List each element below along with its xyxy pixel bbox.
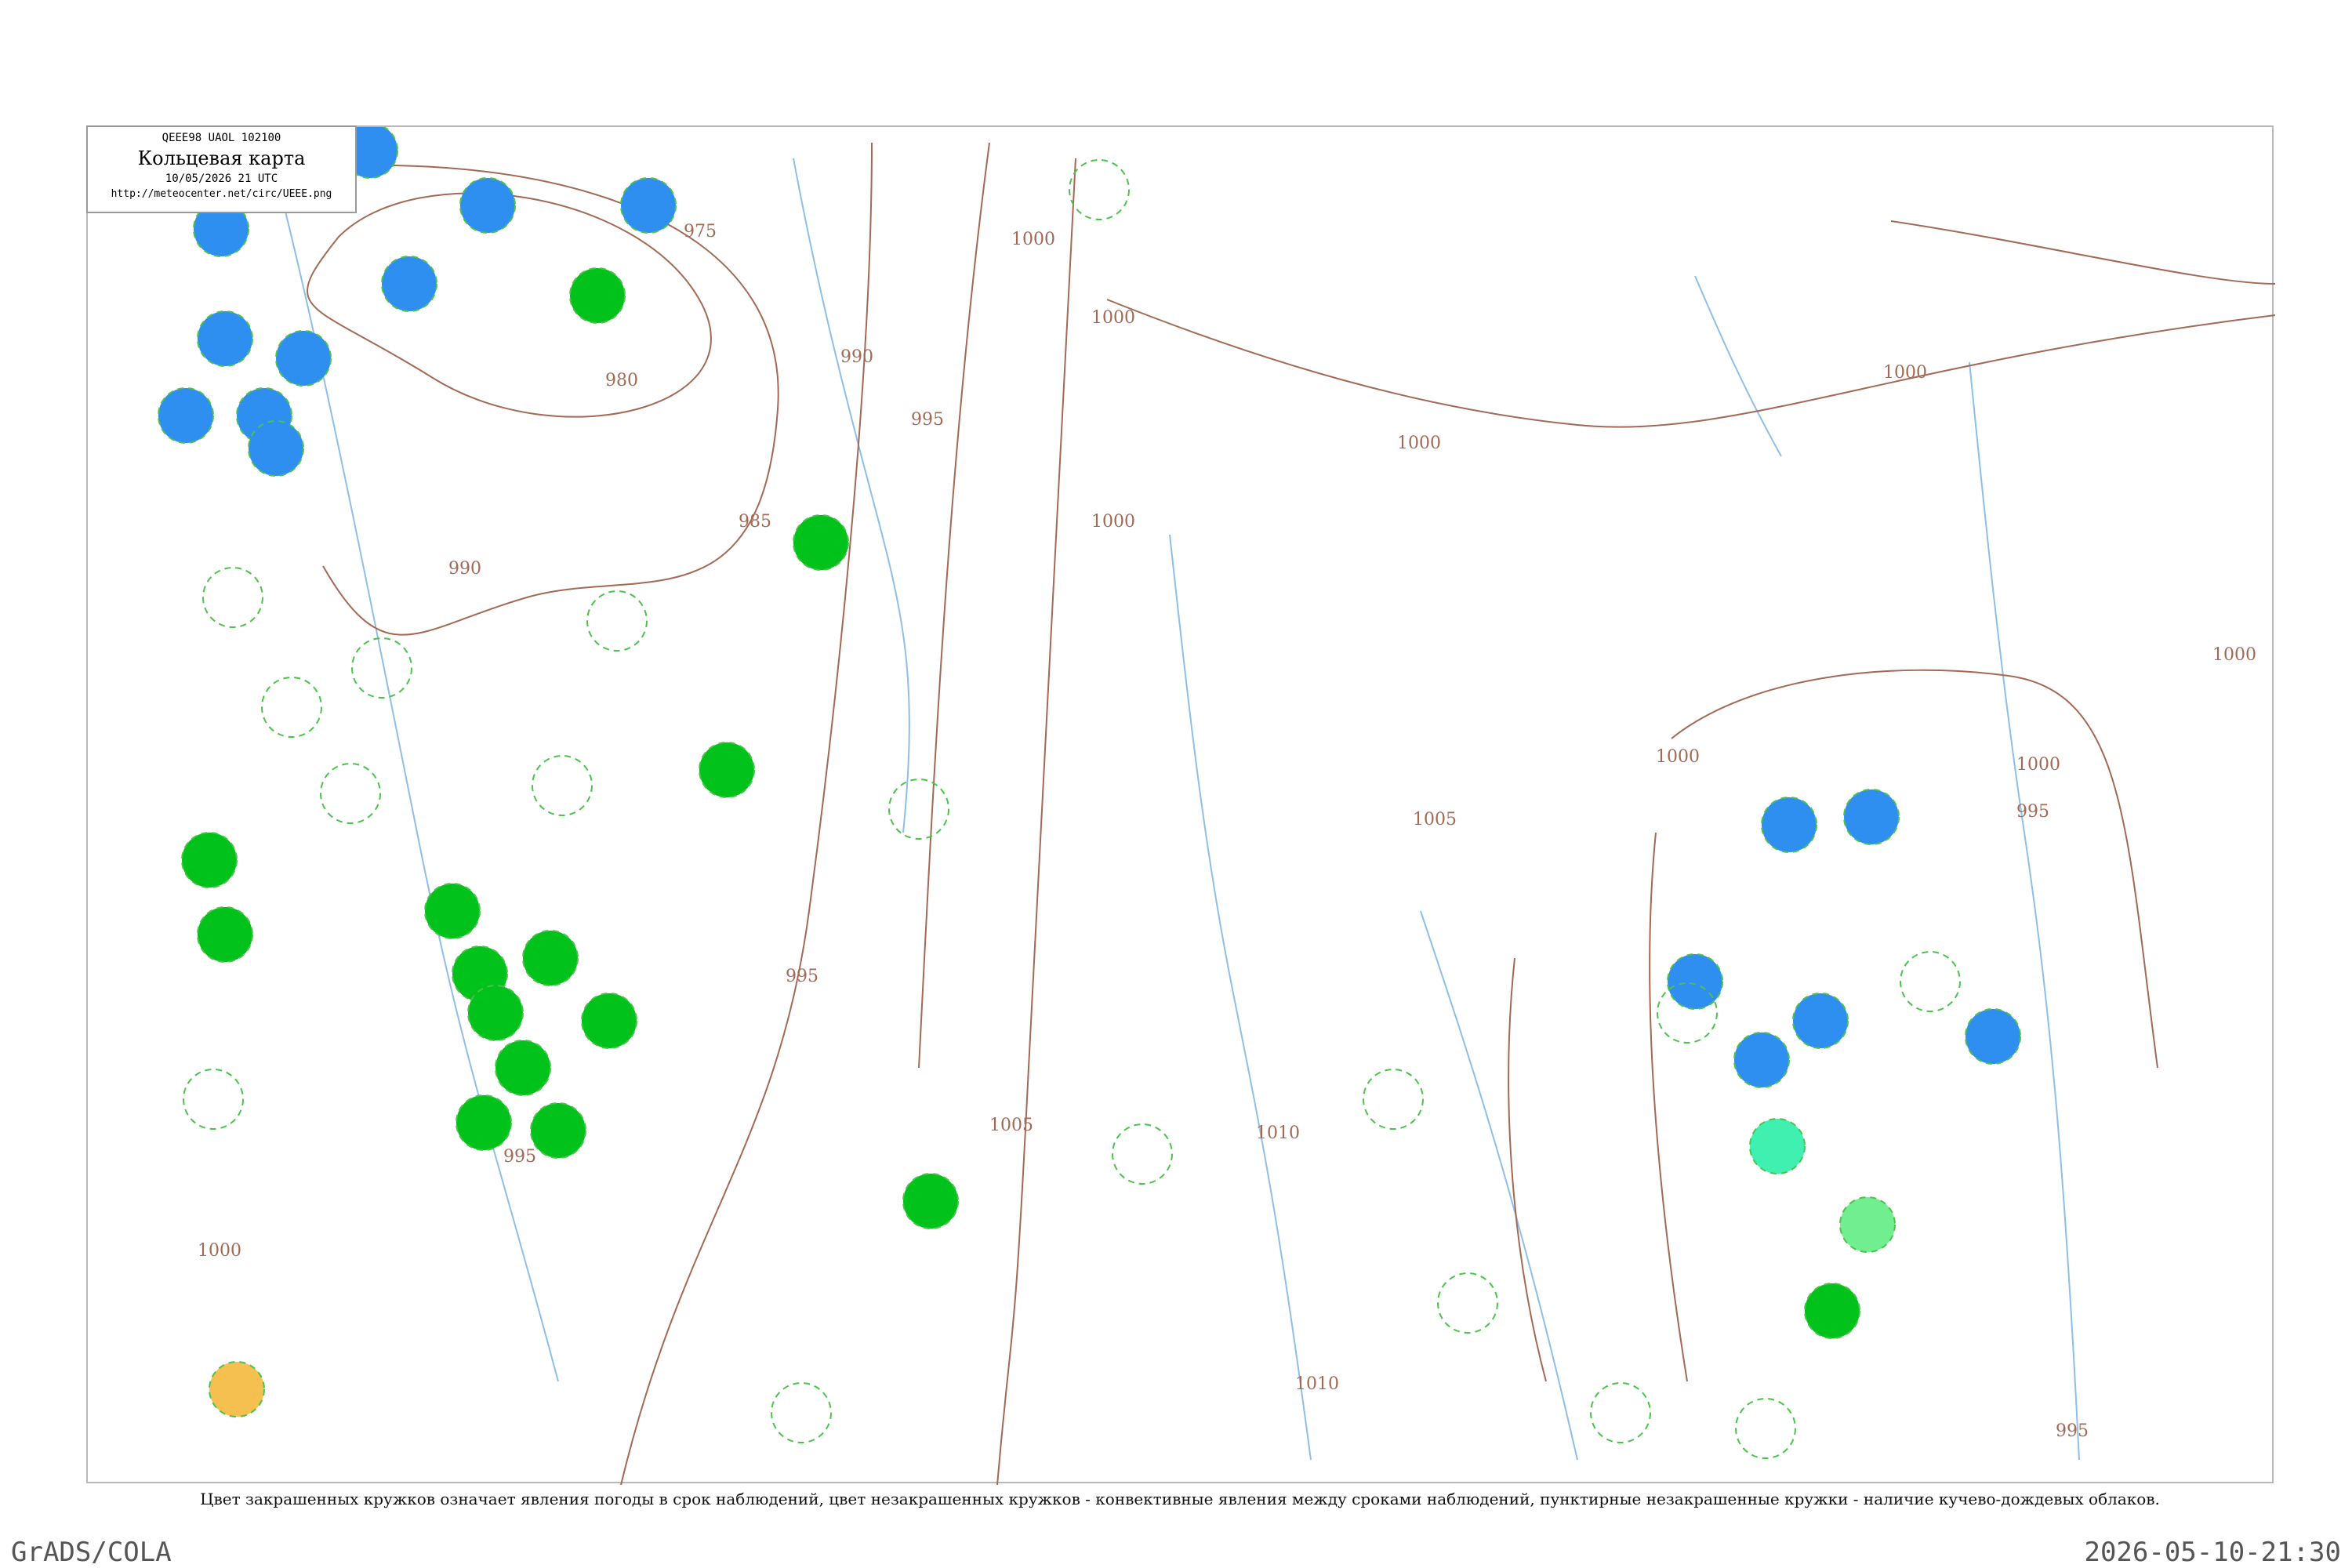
isobar-label: 1000 bbox=[1091, 512, 1135, 532]
isobar-label: 995 bbox=[503, 1147, 536, 1167]
phenomenon-markers bbox=[158, 127, 2021, 1417]
station-marker-ring bbox=[320, 763, 381, 824]
station-marker-ring bbox=[1437, 1272, 1498, 1334]
station-marker-filled bbox=[1839, 1196, 1896, 1253]
river bbox=[283, 205, 559, 1382]
station-marker-filled bbox=[467, 985, 524, 1041]
station-marker-ring bbox=[202, 567, 263, 628]
station-marker-filled bbox=[381, 256, 437, 312]
station-marker-ring bbox=[1900, 951, 1961, 1012]
grads-credit: GrADS/COLA bbox=[11, 1537, 172, 1568]
station-marker-ring bbox=[1069, 159, 1130, 220]
station-marker-filled bbox=[181, 832, 238, 888]
station-marker-filled bbox=[209, 1361, 265, 1417]
isobar-label: 1005 bbox=[989, 1116, 1033, 1135]
map-frame: 975 980 985 990 990 995 995 995 995 995 … bbox=[86, 125, 2275, 1485]
station-marker-filled bbox=[569, 267, 626, 324]
isobar bbox=[1106, 299, 2275, 428]
isobar bbox=[1890, 220, 2275, 285]
station-marker-ring bbox=[1363, 1069, 1424, 1130]
station-marker-filled bbox=[1792, 993, 1849, 1049]
render-timestamp: 2026-05-10-21:30 bbox=[2084, 1537, 2341, 1568]
isobar-label: 990 bbox=[840, 347, 873, 367]
station-marker-filled bbox=[1965, 1008, 2021, 1065]
station-marker-ring bbox=[183, 1069, 244, 1130]
station-marker-filled bbox=[620, 177, 677, 234]
isobar-label: 1000 bbox=[2016, 755, 2060, 775]
station-marker-filled bbox=[495, 1040, 551, 1096]
station-marker-filled bbox=[197, 310, 253, 367]
isobar-label: 995 bbox=[2016, 802, 2049, 822]
station-marker-ring bbox=[1735, 1398, 1796, 1459]
synoptic-map: 975 980 985 990 990 995 995 995 995 995 … bbox=[158, 127, 2275, 1485]
station-marker-ring bbox=[532, 755, 593, 816]
isobars bbox=[244, 142, 2275, 1485]
isobar-label: 975 bbox=[684, 222, 717, 241]
isobar-label: 1010 bbox=[1256, 1123, 1300, 1143]
isobar bbox=[918, 142, 990, 1069]
station-marker-ring bbox=[771, 1382, 832, 1443]
map-title-box: QEEE98 UAOL 102100 Кольцевая карта 10/05… bbox=[86, 125, 357, 213]
station-marker-ring bbox=[351, 637, 412, 699]
isobar-label: 985 bbox=[739, 512, 771, 532]
station-marker-filled bbox=[1843, 789, 1900, 845]
isobar-label: 1000 bbox=[1883, 363, 1927, 383]
isobar-label: 1000 bbox=[1091, 308, 1135, 328]
station-marker-filled bbox=[1667, 953, 1723, 1010]
station-marker-filled bbox=[1749, 1118, 1806, 1174]
isobar-labels: 975 980 985 990 990 995 995 995 995 995 … bbox=[198, 222, 2256, 1441]
convective-markers bbox=[183, 159, 1961, 1459]
station-marker-filled bbox=[902, 1173, 959, 1229]
isobar-label: 1000 bbox=[1397, 434, 1441, 453]
river bbox=[1694, 275, 1782, 457]
station-marker-filled bbox=[699, 742, 755, 798]
isobar bbox=[1649, 832, 1688, 1382]
map-title: Кольцевая карта bbox=[137, 147, 306, 169]
station-marker-filled bbox=[424, 883, 481, 939]
station-marker-ring bbox=[1112, 1123, 1173, 1185]
station-marker-filled bbox=[793, 514, 849, 571]
isobar-label: 1005 bbox=[1413, 810, 1457, 829]
station-marker-filled bbox=[459, 177, 516, 234]
isobar bbox=[1671, 669, 2158, 1069]
station-marker-ring bbox=[888, 779, 949, 840]
station-marker-filled bbox=[581, 993, 637, 1049]
isobar-label: 980 bbox=[605, 371, 638, 390]
bulletin-code: QEEE98 UAOL 102100 bbox=[162, 132, 281, 144]
river bbox=[1169, 534, 1312, 1461]
station-marker-filled bbox=[1761, 797, 1817, 853]
station-marker-filled bbox=[456, 1094, 512, 1151]
river bbox=[1420, 910, 1578, 1461]
station-marker-ring bbox=[261, 677, 322, 738]
isobar-label: 995 bbox=[786, 967, 818, 986]
station-marker-filled bbox=[1733, 1032, 1790, 1088]
isobar bbox=[620, 142, 873, 1485]
isobar-label: 1000 bbox=[2212, 645, 2256, 665]
isobar-label: 995 bbox=[2056, 1421, 2089, 1441]
station-marker-filled bbox=[1804, 1283, 1860, 1339]
map-datetime: 10/05/2026 21 UTC bbox=[165, 172, 278, 185]
station-marker-filled bbox=[530, 1102, 586, 1159]
station-marker-ring bbox=[1590, 1382, 1651, 1443]
isobar-label: 995 bbox=[911, 410, 944, 430]
isobar bbox=[1508, 957, 1547, 1382]
map-url[interactable]: http://meteocenter.net/circ/UEEE.png bbox=[88, 188, 355, 200]
isobar-label: 1000 bbox=[1011, 230, 1055, 249]
station-marker-filled bbox=[248, 420, 304, 477]
isobar-label: 1000 bbox=[1656, 747, 1700, 767]
isobar-label: 1000 bbox=[198, 1241, 241, 1261]
isobar bbox=[996, 158, 1076, 1485]
map-caption: Цвет закрашенных кружков означает явлени… bbox=[200, 1490, 2160, 1508]
station-marker-filled bbox=[522, 930, 579, 986]
isobar-label: 1010 bbox=[1295, 1374, 1339, 1394]
isobar-label: 990 bbox=[448, 559, 481, 579]
station-marker-filled bbox=[197, 906, 253, 963]
river bbox=[793, 158, 910, 833]
station-marker-filled bbox=[158, 387, 214, 444]
station-marker-ring bbox=[586, 590, 648, 652]
station-marker-filled bbox=[275, 330, 332, 387]
river bbox=[1969, 361, 2080, 1461]
